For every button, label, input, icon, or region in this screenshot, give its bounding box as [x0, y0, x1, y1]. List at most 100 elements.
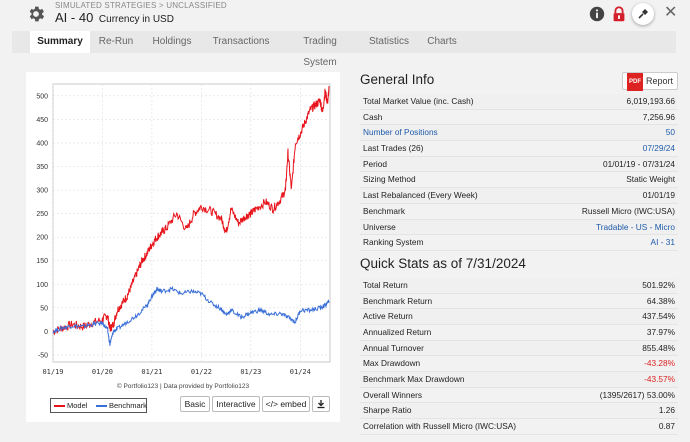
stat-value: 437.54%	[642, 311, 675, 322]
legend-model-swatch	[54, 405, 65, 407]
info-row-ranking-system: Ranking System AI - 31	[360, 235, 678, 251]
stat-value: 855.48%	[642, 342, 675, 353]
breadcrumb[interactable]: SIMULATED STRATEGIES > UNCLASSIFIED	[55, 1, 227, 10]
stat-value: 0.87	[658, 421, 675, 432]
performance-chart-panel: -50 0 50 100 150 200 250 300 350 400 450 500 01/19 01…	[26, 72, 340, 422]
x-tick-label: 01/22	[191, 368, 212, 376]
header: SIMULATED STRATEGIES > UNCLASSIFIED AI -…	[0, 0, 690, 30]
stat-row-benchmark-max-drawdown: Benchmark Max Drawdown -43.57%	[360, 372, 678, 388]
currency-label: Currency in USD	[98, 14, 174, 25]
report-label: Report	[645, 76, 673, 86]
pin-button[interactable]	[632, 3, 654, 25]
stat-row-total-return: Total Return 501.92%	[360, 277, 678, 294]
interactive-chart-button[interactable]: Interactive	[212, 396, 260, 412]
info-value: 6,019,193.66	[626, 96, 675, 106]
info-row-benchmark: Benchmark Russell Micro (IWC:USA)	[360, 204, 678, 220]
stat-row-max-drawdown: Max Drawdown -43.28%	[360, 356, 678, 372]
info-label: Total Market Value (inc. Cash)	[363, 96, 474, 106]
download-icon	[317, 400, 325, 409]
info-value[interactable]: AI - 31	[651, 235, 675, 250]
quick-stats-title: Quick Stats as of 7/31/2024	[360, 255, 526, 271]
info-label[interactable]: Number of Positions	[363, 125, 438, 140]
tab-summary[interactable]: Summary	[30, 31, 90, 53]
stat-value: 1.26	[658, 405, 675, 416]
y-tick-label: -50	[38, 352, 48, 359]
x-tick-label: 01/20	[92, 368, 113, 376]
y-tick-label: 350	[36, 164, 48, 171]
embed-button[interactable]: </> embed	[262, 396, 310, 412]
y-tick-label: 50	[40, 305, 48, 312]
lock-icon[interactable]	[610, 5, 628, 23]
info-label: Ranking System	[363, 237, 424, 248]
report-button[interactable]: PDF Report	[621, 72, 678, 91]
stat-label: Benchmark Return	[363, 295, 433, 306]
close-icon[interactable]: ✕	[664, 5, 677, 21]
info-label: Period	[363, 158, 387, 169]
info-row-total-market-value-inc-cash: Total Market Value (inc. Cash) 6,019,193.…	[360, 94, 678, 110]
pin-icon	[638, 9, 648, 19]
info-row-last-trades-26: Last Trades (26) 07/29/24	[360, 141, 678, 157]
tab-charts[interactable]: Charts	[424, 31, 460, 53]
page-title: AI - 40 Currency in USD	[55, 10, 174, 25]
stat-label: Sharpe Ratio	[363, 405, 412, 416]
performance-chart[interactable]: -50 0 50 100 150 200 250 300 350 400 450 500 01/19 01…	[26, 72, 340, 386]
stat-label: Correlation with Russell Micro (IWC:USA)	[363, 421, 517, 432]
stat-row-benchmark-return: Benchmark Return 64.38%	[360, 294, 678, 310]
tab-transactions[interactable]: Transactions	[208, 31, 274, 53]
x-tick-label: 01/19	[42, 368, 63, 376]
y-tick-label: 450	[36, 117, 48, 124]
stat-value: -43.57%	[644, 374, 675, 384]
chart-credit: © Portfolio123 | Data provided by Portfo…	[116, 383, 250, 390]
info-value: Russell Micro (IWC:USA)	[581, 205, 675, 216]
stat-value: -43.28%	[644, 358, 675, 369]
tab-bar: Summary Re-Run Holdings Transactions Tra…	[12, 31, 676, 68]
info-row-sizing-method: Sizing Method Static Weight	[360, 172, 678, 189]
info-value[interactable]: 07/29/24	[643, 141, 675, 156]
x-tick-label: 01/23	[240, 368, 261, 376]
y-tick-label: 500	[36, 93, 48, 100]
info-value[interactable]: 50	[666, 125, 675, 140]
info-row-last-rebalanced-every-week: Last Rebalanced (Every Week) 01/01/19	[360, 188, 678, 204]
info-value: 7,256.96	[642, 111, 675, 122]
info-label-link[interactable]: Last Trades (26)	[363, 141, 423, 156]
info-label: Universe	[363, 221, 396, 232]
info-row-cash: Cash 7,256.96	[360, 110, 678, 126]
tab-trading-system[interactable]: Trading System	[286, 31, 354, 68]
chart-legend: Model Benchmark	[50, 398, 147, 413]
stat-label: Max Drawdown	[363, 358, 421, 369]
y-tick-label: 100	[36, 282, 48, 289]
tab-holdings[interactable]: Holdings	[148, 31, 196, 53]
general-info-header: General Info PDF Report	[360, 72, 678, 92]
stat-label: Annualized Return	[363, 326, 432, 337]
stat-label: Benchmark Max Drawdown	[363, 374, 465, 384]
general-info-table: Total Market Value (inc. Cash) 6,019,193.…	[360, 94, 678, 251]
y-tick-label: 150	[36, 258, 48, 265]
x-tick-label: 01/21	[141, 368, 162, 376]
x-tick-label: 01/24	[290, 368, 311, 376]
gear-icon[interactable]	[26, 4, 46, 24]
stat-row-sharpe-ratio: Sharpe Ratio 1.26	[360, 403, 678, 420]
stat-row-correlation-with-russell-micro-iwc-usa: Correlation with Russell Micro (IWC:USA)…	[360, 419, 678, 435]
info-value: Static Weight	[626, 174, 675, 185]
download-button[interactable]	[312, 396, 330, 412]
tab-statistics[interactable]: Statistics	[366, 31, 412, 53]
stat-label: Overall Winners	[363, 389, 423, 400]
legend-benchmark-swatch	[96, 405, 107, 407]
info-value: 01/01/19 - 07/31/24	[603, 158, 675, 169]
info-value[interactable]: Tradable - US - Micro	[596, 220, 675, 235]
stat-row-annual-turnover: Annual Turnover 855.48%	[360, 340, 678, 357]
stat-label: Annual Turnover	[363, 342, 424, 353]
legend-benchmark-label[interactable]: Benchmark	[109, 399, 147, 412]
info-icon[interactable]	[588, 5, 606, 23]
info-row-universe: Universe Tradable - US - Micro	[360, 219, 678, 236]
stat-value: 64.38%	[646, 295, 675, 306]
info-row-period: Period 01/01/19 - 07/31/24	[360, 156, 678, 173]
info-label: Benchmark	[363, 205, 405, 216]
strategy-name: AI - 40	[55, 10, 94, 25]
y-tick-label: 200	[36, 235, 48, 242]
y-tick-label: 300	[36, 188, 48, 195]
tab-re-run[interactable]: Re-Run	[96, 31, 136, 53]
stat-row-annualized-return: Annualized Return 37.97%	[360, 325, 678, 341]
legend-model-label[interactable]: Model	[67, 399, 87, 412]
basic-chart-button[interactable]: Basic	[180, 396, 210, 412]
